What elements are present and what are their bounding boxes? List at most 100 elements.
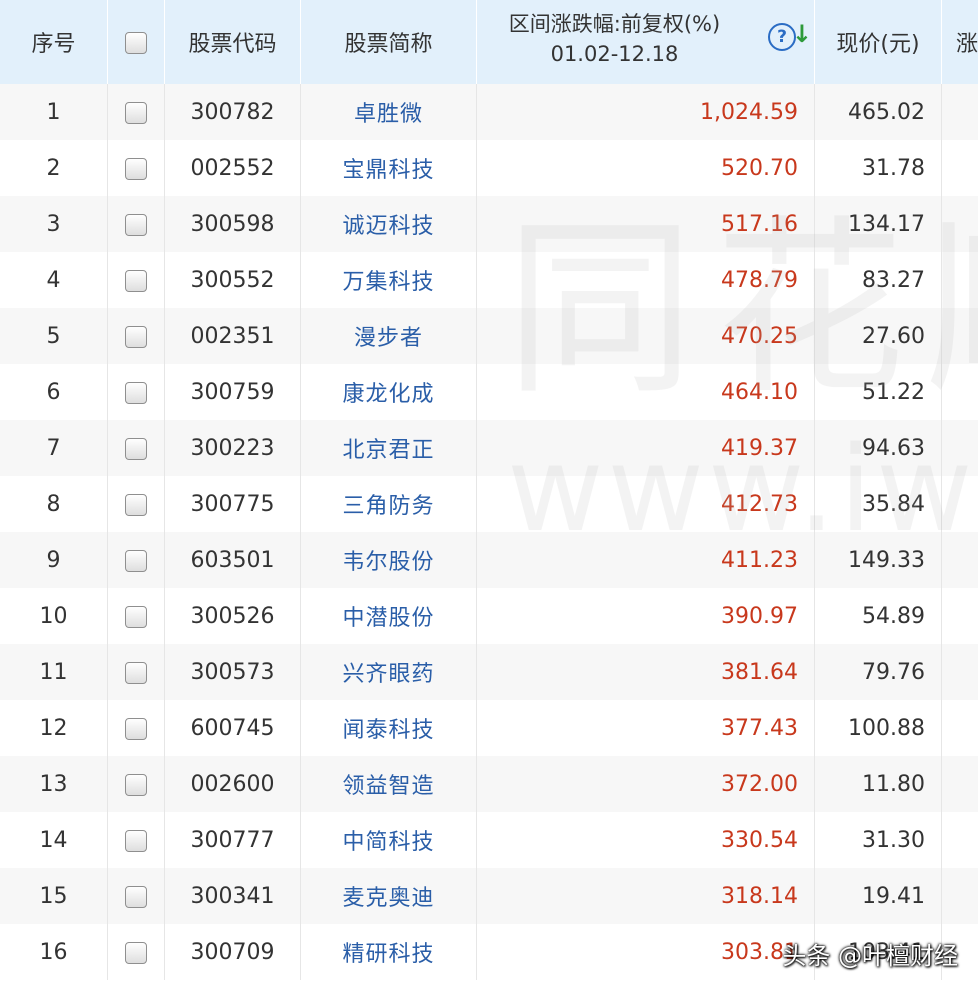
arrow-down-icon[interactable]: ↓	[792, 20, 812, 48]
row-stock-name-link[interactable]: 兴齐眼药	[300, 644, 477, 700]
row-price: 31.30	[814, 812, 942, 868]
row-checkbox[interactable]	[125, 605, 147, 628]
row-select[interactable]	[107, 364, 165, 420]
table-row[interactable]: 9 603501 韦尔股份 411.23 149.33	[0, 532, 978, 588]
table-row[interactable]: 10 300526 中潜股份 390.97 54.89	[0, 588, 978, 644]
row-select[interactable]	[107, 308, 165, 364]
row-select[interactable]	[107, 700, 165, 756]
table-row[interactable]: 8 300775 三角防务 412.73 35.84	[0, 476, 978, 532]
row-stock-name-link[interactable]: 中简科技	[300, 812, 477, 868]
row-stock-name-link[interactable]: 精研科技	[300, 924, 477, 980]
row-stock-name-link[interactable]: 万集科技	[300, 252, 477, 308]
row-checkbox[interactable]	[125, 661, 147, 684]
row-select[interactable]	[107, 588, 165, 644]
select-all-checkbox[interactable]	[125, 31, 147, 54]
table-row[interactable]: 14 300777 中简科技 330.54 31.30	[0, 812, 978, 868]
table-row[interactable]: 2 002552 宝鼎科技 520.70 31.78	[0, 140, 978, 196]
row-price: 31.78	[814, 140, 942, 196]
row-select[interactable]	[107, 868, 165, 924]
row-select[interactable]	[107, 196, 165, 252]
row-stock-name-link[interactable]: 诚迈科技	[300, 196, 477, 252]
row-seq: 13	[0, 756, 108, 812]
row-checkbox[interactable]	[125, 213, 147, 236]
table-row[interactable]: 16 300709 精研科技 303.81 103.41	[0, 924, 978, 980]
row-checkbox[interactable]	[125, 269, 147, 292]
row-stock-code: 300598	[164, 196, 301, 252]
row-seq: 14	[0, 812, 108, 868]
row-select[interactable]	[107, 756, 165, 812]
header-interval-change[interactable]: 区间涨跌幅:前复权(%) 01.02-12.18 ? ↓	[476, 0, 815, 84]
row-stock-name-link[interactable]: 漫步者	[300, 308, 477, 364]
row-price: 27.60	[814, 308, 942, 364]
header-stock-code[interactable]: 股票代码	[164, 0, 301, 84]
row-interval-change: 464.10	[476, 364, 815, 420]
interval-change-date-range: 01.02-12.18	[550, 42, 679, 66]
row-checkbox[interactable]	[125, 829, 147, 852]
table-row[interactable]: 13 002600 领益智造 372.00 11.80	[0, 756, 978, 812]
row-interval-change: 411.23	[476, 532, 815, 588]
header-price[interactable]: 现价(元)	[814, 0, 942, 84]
row-stock-name-link[interactable]: 卓胜微	[300, 84, 477, 140]
row-checkbox[interactable]	[125, 941, 147, 964]
row-price: 51.22	[814, 364, 942, 420]
row-checkbox[interactable]	[125, 325, 147, 348]
row-select[interactable]	[107, 476, 165, 532]
row-next-column	[941, 756, 978, 812]
row-select[interactable]	[107, 252, 165, 308]
row-stock-name-link[interactable]: 闻泰科技	[300, 700, 477, 756]
table-row[interactable]: 3 300598 诚迈科技 517.16 134.17	[0, 196, 978, 252]
row-price: 94.63	[814, 420, 942, 476]
row-select[interactable]	[107, 84, 165, 140]
table-row[interactable]: 1 300782 卓胜微 1,024.59 465.02	[0, 84, 978, 140]
row-stock-code: 300775	[164, 476, 301, 532]
row-interval-change: 318.14	[476, 868, 815, 924]
table-row[interactable]: 7 300223 北京君正 419.37 94.63	[0, 420, 978, 476]
row-seq: 3	[0, 196, 108, 252]
row-stock-name-link[interactable]: 韦尔股份	[300, 532, 477, 588]
row-select[interactable]	[107, 644, 165, 700]
row-checkbox[interactable]	[125, 101, 147, 124]
row-seq: 4	[0, 252, 108, 308]
row-select[interactable]	[107, 532, 165, 588]
row-next-column	[941, 644, 978, 700]
row-checkbox[interactable]	[125, 773, 147, 796]
header-seq[interactable]: 序号	[0, 0, 108, 84]
row-seq: 2	[0, 140, 108, 196]
row-stock-name-link[interactable]: 三角防务	[300, 476, 477, 532]
row-price: 35.84	[814, 476, 942, 532]
header-stock-name[interactable]: 股票简称	[300, 0, 477, 84]
row-seq: 9	[0, 532, 108, 588]
row-checkbox[interactable]	[125, 381, 147, 404]
table-row[interactable]: 4 300552 万集科技 478.79 83.27	[0, 252, 978, 308]
row-checkbox[interactable]	[125, 437, 147, 460]
row-select[interactable]	[107, 140, 165, 196]
table-row[interactable]: 15 300341 麦克奥迪 318.14 19.41	[0, 868, 978, 924]
row-select[interactable]	[107, 924, 165, 980]
row-stock-name-link[interactable]: 中潜股份	[300, 588, 477, 644]
interval-change-header-box: 区间涨跌幅:前复权(%) 01.02-12.18 ? ↓	[477, 0, 814, 84]
row-stock-name-link[interactable]: 北京君正	[300, 420, 477, 476]
row-stock-code: 300573	[164, 644, 301, 700]
header-select-all[interactable]	[107, 0, 165, 84]
row-checkbox[interactable]	[125, 717, 147, 740]
row-seq: 8	[0, 476, 108, 532]
row-select[interactable]	[107, 812, 165, 868]
row-stock-name-link[interactable]: 领益智造	[300, 756, 477, 812]
row-checkbox[interactable]	[125, 549, 147, 572]
row-select[interactable]	[107, 420, 165, 476]
row-checkbox[interactable]	[125, 493, 147, 516]
row-checkbox[interactable]	[125, 157, 147, 180]
row-interval-change: 412.73	[476, 476, 815, 532]
table-row[interactable]: 12 600745 闻泰科技 377.43 100.88	[0, 700, 978, 756]
row-next-column	[941, 700, 978, 756]
table-row[interactable]: 5 002351 漫步者 470.25 27.60	[0, 308, 978, 364]
row-next-column	[941, 196, 978, 252]
row-stock-name-link[interactable]: 康龙化成	[300, 364, 477, 420]
table-row[interactable]: 6 300759 康龙化成 464.10 51.22	[0, 364, 978, 420]
header-next-column[interactable]: 涨	[941, 0, 978, 84]
row-stock-name-link[interactable]: 宝鼎科技	[300, 140, 477, 196]
table-row[interactable]: 11 300573 兴齐眼药 381.64 79.76	[0, 644, 978, 700]
row-checkbox[interactable]	[125, 885, 147, 908]
row-stock-name-link[interactable]: 麦克奥迪	[300, 868, 477, 924]
row-price: 11.80	[814, 756, 942, 812]
